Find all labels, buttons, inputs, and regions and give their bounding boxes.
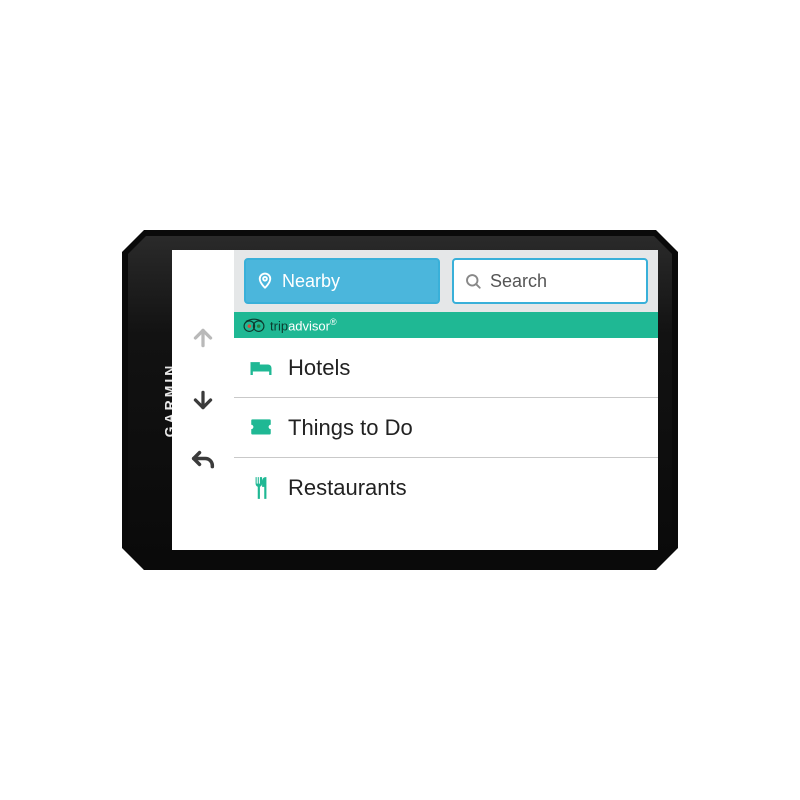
back-curved-arrow-icon (189, 448, 217, 476)
bed-icon (246, 353, 276, 383)
sidebar (172, 250, 234, 550)
tripadvisor-owl-icon (242, 318, 264, 332)
category-list: Hotels Things to Do Restaurants (234, 338, 658, 550)
list-item-label: Hotels (288, 355, 350, 381)
tripadvisor-registered: ® (330, 317, 337, 327)
pin-icon (256, 272, 274, 290)
scroll-up-button (185, 320, 221, 356)
fork-knife-icon (246, 473, 276, 503)
tripadvisor-bar: tripadvisor® (234, 312, 658, 338)
back-button[interactable] (185, 444, 221, 480)
tripadvisor-brand: tripadvisor® (270, 317, 337, 333)
main-panel: Nearby Search (234, 250, 658, 550)
search-placeholder: Search (490, 271, 547, 292)
arrow-down-icon (190, 387, 216, 413)
list-item-label: Things to Do (288, 415, 413, 441)
list-item-hotels[interactable]: Hotels (234, 338, 658, 398)
nearby-label: Nearby (282, 271, 340, 292)
nearby-button[interactable]: Nearby (244, 258, 440, 304)
header-bar: Nearby Search (234, 250, 658, 312)
tripadvisor-prefix: trip (270, 318, 288, 333)
device-frame: GARMIN (122, 230, 678, 570)
search-button[interactable]: Search (452, 258, 648, 304)
tripadvisor-suffix: advisor (288, 318, 330, 333)
screen: Nearby Search (172, 250, 658, 550)
list-item-label: Restaurants (288, 475, 407, 501)
ticket-icon (246, 413, 276, 443)
search-icon (464, 272, 482, 290)
list-item-restaurants[interactable]: Restaurants (234, 458, 658, 518)
scroll-down-button[interactable] (185, 382, 221, 418)
arrow-up-icon (190, 325, 216, 351)
list-item-things-to-do[interactable]: Things to Do (234, 398, 658, 458)
